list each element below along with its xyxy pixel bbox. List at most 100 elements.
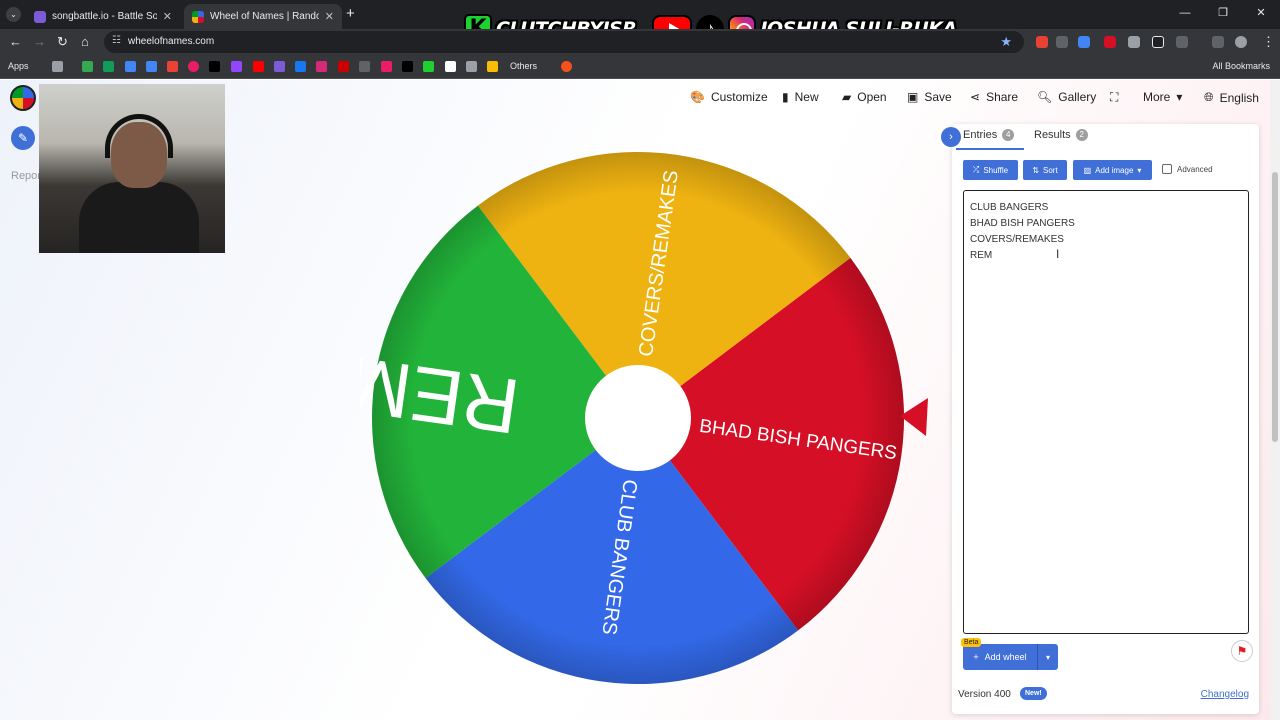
bookmark-icon[interactable]	[359, 61, 370, 72]
page-scrollbar[interactable]	[1270, 80, 1280, 720]
all-bookmarks-folder[interactable]: All Bookmarks	[1212, 61, 1270, 71]
url-text[interactable]: wheelofnames.com	[128, 36, 214, 47]
bookmark-tiktok-icon[interactable]	[209, 61, 220, 72]
more-button[interactable]: More ▾	[1143, 90, 1182, 104]
forward-arrow-icon[interactable]: →	[33, 34, 46, 49]
share-button[interactable]: ⋖ Share	[970, 90, 1018, 104]
bookmark-x-icon[interactable]	[402, 61, 413, 72]
bookmark-folder-others[interactable]: Others	[510, 61, 537, 71]
scrollbar-thumb[interactable]	[1272, 172, 1278, 442]
bookmark-twitch-icon[interactable]	[231, 61, 242, 72]
window-close-icon[interactable]: ✕	[1242, 0, 1280, 29]
profile-avatar-icon[interactable]	[1235, 36, 1247, 48]
extension-icon[interactable]	[1128, 36, 1140, 48]
bookmark-icon[interactable]	[125, 61, 136, 72]
shuffle-icon: ⤮	[972, 165, 980, 174]
new-tab-plus-icon[interactable]: +	[346, 5, 355, 22]
language-label: English	[1219, 90, 1259, 105]
fullscreen-button[interactable]: ⛶	[1110, 90, 1118, 105]
tab-search-icon[interactable]: ⌄	[6, 7, 21, 22]
bookmark-icon[interactable]	[487, 61, 498, 72]
add-image-button[interactable]: ▨ Add image ▾	[1073, 160, 1152, 180]
tab-entries[interactable]: Entries 4	[963, 129, 1015, 141]
restore-icon[interactable]: ❐	[1204, 0, 1242, 29]
tab-results[interactable]: Results 2	[1034, 129, 1088, 141]
language-button[interactable]: 🌐︎ English	[1204, 90, 1259, 105]
extensions-puzzle-icon[interactable]	[1176, 36, 1188, 48]
close-tab-icon[interactable]: ✕	[325, 10, 334, 23]
browser-tab-songbattle[interactable]: songbattle.io - Battle Songs ag ✕	[26, 4, 180, 29]
open-button[interactable]: ▰ Open	[842, 90, 887, 104]
add-wheel-label: Add wheel	[984, 652, 1027, 662]
extension-calendar-icon[interactable]	[1036, 36, 1048, 48]
address-bar[interactable]: ☷ wheelofnames.com ★	[104, 31, 1024, 53]
wheel-favicon-icon	[192, 10, 204, 23]
image-icon: ▨	[1083, 165, 1092, 175]
advanced-toggle[interactable]: Advanced	[1162, 164, 1213, 174]
home-icon[interactable]: ⌂	[81, 34, 89, 49]
browser-tab-wheel-of-names[interactable]: Wheel of Names | Random nam ✕	[184, 4, 342, 29]
sort-button[interactable]: ⇅ Sort	[1023, 160, 1067, 180]
reading-list-icon[interactable]	[1212, 36, 1224, 48]
bookmark-icon[interactable]	[274, 61, 285, 72]
bookmark-icon[interactable]	[188, 61, 199, 72]
bookmark-kick-icon[interactable]	[423, 61, 434, 72]
save-button[interactable]: ▣ Save	[907, 90, 952, 104]
close-tab-icon[interactable]: ✕	[163, 10, 172, 23]
advanced-label: Advanced	[1177, 164, 1213, 174]
wheel-center-hub[interactable]	[585, 365, 691, 471]
collapse-panel-chevron-icon[interactable]: ›	[941, 127, 961, 147]
site-info-icon[interactable]: ☷	[112, 35, 121, 46]
bookmark-icon[interactable]	[167, 61, 178, 72]
fullscreen-icon: ⛶	[1110, 90, 1119, 104]
sort-icon: ⇅	[1032, 165, 1040, 175]
bookmark-icon[interactable]	[466, 61, 477, 72]
entry-line: CLUB BANGERS	[970, 202, 1049, 213]
wheel-logo-icon[interactable]	[10, 85, 36, 111]
bookmark-icon[interactable]	[82, 61, 93, 72]
bookmark-icon[interactable]	[381, 61, 392, 72]
share-label: Share	[986, 90, 1019, 104]
entry-line: BHAD BISH PANGERS	[970, 218, 1075, 229]
acrobat-pdf-icon[interactable]: ⚑	[1231, 640, 1253, 662]
bookmark-icon[interactable]	[52, 61, 63, 72]
gallery-button[interactable]: 🔍︎ Gallery	[1037, 90, 1096, 104]
menu-kebab-icon[interactable]: ⋮	[1262, 34, 1275, 50]
bookmark-icon[interactable]	[445, 61, 456, 72]
gallery-label: Gallery	[1058, 90, 1097, 104]
bookmark-icon[interactable]	[561, 61, 572, 72]
advanced-checkbox[interactable]	[1162, 164, 1172, 174]
edit-pencil-icon[interactable]: ✎	[11, 126, 35, 150]
caret-down-icon[interactable]: ▾	[1038, 653, 1058, 662]
reload-icon[interactable]: ↻	[57, 34, 68, 50]
new-button[interactable]: ▮ New	[782, 90, 819, 104]
extension-icon[interactable]	[1078, 36, 1090, 48]
bookmark-instagram-icon[interactable]	[316, 61, 327, 72]
minimize-icon[interactable]: —	[1166, 0, 1204, 29]
webcam-overlay	[39, 84, 225, 253]
shuffle-button[interactable]: ⤮ Shuffle	[963, 160, 1018, 180]
entries-textarea[interactable]: CLUB BANGERS BHAD BISH PANGERS COVERS/RE…	[963, 190, 1249, 634]
caret-down-icon: ▾	[1176, 90, 1183, 104]
extension-icon[interactable]	[1152, 36, 1164, 48]
bookmark-apps[interactable]: Apps	[8, 61, 29, 71]
spinning-wheel[interactable]: BHAD BISH PANGERSCLUB BANGERSREMCOVERS/R…	[360, 140, 940, 700]
changelog-link[interactable]: Changelog	[1201, 689, 1249, 700]
bookmarks-bar: Apps Others All Bookmarks	[0, 55, 1280, 79]
bookmark-youtube-icon[interactable]	[253, 61, 264, 72]
plus-icon: +	[973, 652, 979, 662]
add-wheel-main[interactable]: + Add wheel	[963, 644, 1038, 670]
bookmark-icon[interactable]	[146, 61, 157, 72]
customize-button[interactable]: 🎨 Customize	[690, 90, 768, 104]
globe-icon: 🌐︎	[1204, 90, 1214, 104]
back-arrow-icon[interactable]: ←	[9, 34, 22, 49]
entry-line: COVERS/REMAKES	[970, 234, 1064, 245]
add-wheel-button[interactable]: + Add wheel ▾	[963, 644, 1058, 670]
bookmark-star-icon[interactable]: ★	[1000, 34, 1012, 50]
webcam-person-body	[79, 182, 199, 253]
extension-acrobat-icon[interactable]	[1104, 36, 1116, 48]
bookmark-facebook-icon[interactable]	[295, 61, 306, 72]
bookmark-icon[interactable]	[338, 61, 349, 72]
bookmark-icon[interactable]	[103, 61, 114, 72]
extension-icon[interactable]	[1056, 36, 1068, 48]
